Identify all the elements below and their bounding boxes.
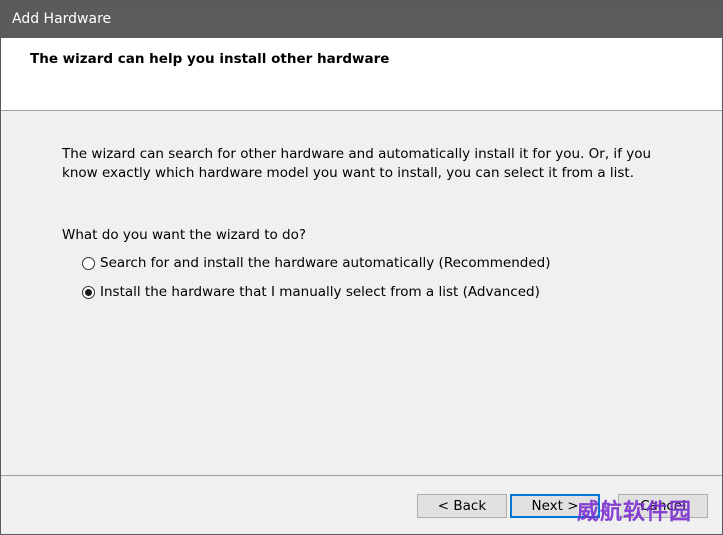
option-label-search-automatically: Search for and install the hardware auto…: [100, 255, 551, 271]
wizard-body: The wizard can search for other hardware…: [1, 111, 722, 475]
radio-search-automatically[interactable]: [82, 256, 95, 270]
add-hardware-window: Add Hardware The wizard can help you ins…: [0, 0, 723, 535]
back-button[interactable]: < Back: [417, 494, 507, 518]
next-button[interactable]: Next >: [510, 494, 600, 518]
header-title: The wizard can help you install other ha…: [30, 51, 390, 67]
option-search-automatically[interactable]: Search for and install the hardware auto…: [82, 255, 550, 271]
title-bar[interactable]: Add Hardware: [1, 1, 722, 38]
window-title: Add Hardware: [12, 11, 112, 27]
option-manual-select[interactable]: Install the hardware that I manually sel…: [82, 284, 540, 300]
radio-manual-select[interactable]: [82, 285, 95, 299]
cancel-button[interactable]: Cancel: [618, 494, 708, 518]
wizard-header: The wizard can help you install other ha…: [1, 38, 722, 111]
intro-text: The wizard can search for other hardware…: [62, 146, 652, 181]
footer-divider: [1, 475, 722, 476]
option-label-manual-select: Install the hardware that I manually sel…: [100, 284, 540, 300]
question-label: What do you want the wizard to do?: [62, 227, 307, 243]
